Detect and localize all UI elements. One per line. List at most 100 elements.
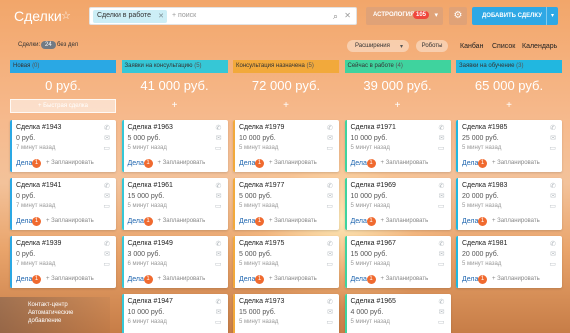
gear-icon[interactable]: ⚙ xyxy=(449,7,467,25)
deal-card[interactable]: Сделка #1985 25 000 руб. 5 минут назад ✆ ✉ ▭ Д… xyxy=(456,120,562,172)
chevron-down-icon[interactable]: ▾ xyxy=(546,7,558,25)
view-calendar[interactable]: Календарь xyxy=(522,43,557,50)
mail-icon[interactable]: ✉ xyxy=(327,134,333,142)
phone-icon[interactable]: ✆ xyxy=(439,124,445,132)
deal-card[interactable]: Сделка #1961 15 000 руб. 5 минут назад ✆ ✉ ▭ Д… xyxy=(121,178,228,230)
chat-icon[interactable]: ▭ xyxy=(103,260,110,268)
schedule-link[interactable]: + Запланировать xyxy=(46,276,94,282)
chat-icon[interactable]: ▭ xyxy=(326,318,333,326)
tasks-link[interactable]: Дела xyxy=(128,160,144,167)
tasks-link[interactable]: Дела xyxy=(239,160,255,167)
deal-card[interactable]: Сделка #1941 0 руб. 7 минут назад ✆ ✉ ▭ Дела 1 +… xyxy=(10,178,116,230)
schedule-link[interactable]: + Запланировать xyxy=(269,160,317,166)
phone-icon[interactable]: ✆ xyxy=(439,182,445,190)
tasks-link[interactable]: Дела xyxy=(16,218,32,225)
mail-icon[interactable]: ✉ xyxy=(104,250,110,258)
deal-card[interactable]: Сделка #1979 10 000 руб. 5 минут назад ✆ ✉ ▭ Д… xyxy=(233,120,339,172)
view-list[interactable]: Список xyxy=(492,43,515,50)
deal-card[interactable]: Сделка #1981 20 000 руб. 5 минут назад ✆ ✉ ▭ Д… xyxy=(456,236,562,288)
phone-icon[interactable]: ✆ xyxy=(439,240,445,248)
mail-icon[interactable]: ✉ xyxy=(550,192,556,200)
add-icon[interactable]: + xyxy=(456,100,562,111)
tasks-link[interactable]: Дела xyxy=(16,160,32,167)
column-header[interactable]: Сейчас в работе (4) xyxy=(344,60,451,73)
tasks-link[interactable]: Дела xyxy=(462,218,478,225)
chat-icon[interactable]: ▭ xyxy=(326,202,333,210)
chat-icon[interactable]: ▭ xyxy=(549,260,556,268)
mail-icon[interactable]: ✉ xyxy=(550,250,556,258)
schedule-link[interactable]: + Запланировать xyxy=(269,218,317,224)
chat-icon[interactable]: ▭ xyxy=(549,144,556,152)
phone-icon[interactable]: ✆ xyxy=(104,182,110,190)
deal-title[interactable]: Сделка #1975 xyxy=(239,240,284,247)
column-header[interactable]: Новая (0) xyxy=(10,60,116,73)
chat-icon[interactable]: ▭ xyxy=(326,144,333,152)
mail-icon[interactable]: ✉ xyxy=(216,134,222,142)
mail-icon[interactable]: ✉ xyxy=(104,192,110,200)
quick-deal-button[interactable]: + Быстрая сделка xyxy=(10,99,116,113)
deal-title[interactable]: Сделка #1985 xyxy=(462,124,507,131)
mail-icon[interactable]: ✉ xyxy=(439,250,445,258)
schedule-link[interactable]: + Запланировать xyxy=(381,160,429,166)
schedule-link[interactable]: + Запланировать xyxy=(158,276,206,282)
schedule-link[interactable]: + Запланировать xyxy=(381,218,429,224)
deal-card[interactable]: Сделка #1939 0 руб. 7 минут назад ✆ ✉ ▭ Дела 1 +… xyxy=(10,236,116,288)
deal-card[interactable]: Сделка #1975 5 000 руб. 5 минут назад ✆ ✉ ▭ Де… xyxy=(233,236,339,288)
tasks-link[interactable]: Дела xyxy=(128,218,144,225)
mail-icon[interactable]: ✉ xyxy=(327,192,333,200)
star-icon[interactable]: ☆ xyxy=(61,9,71,22)
deal-title[interactable]: Сделка #1969 xyxy=(351,182,396,189)
chat-widget[interactable]: Контакт-центр Автоматические добавление xyxy=(0,297,110,333)
deal-title[interactable]: Сделка #1941 xyxy=(16,182,61,189)
deal-title[interactable]: Сделка #1949 xyxy=(128,240,173,247)
deal-title[interactable]: Сделка #1983 xyxy=(462,182,507,189)
column-header[interactable]: Заявки на обучение (3) xyxy=(456,60,562,73)
mail-icon[interactable]: ✉ xyxy=(439,134,445,142)
tasks-link[interactable]: Дела xyxy=(462,276,478,283)
phone-icon[interactable]: ✆ xyxy=(216,298,222,306)
deal-title[interactable]: Сделка #1979 xyxy=(239,124,284,131)
mail-icon[interactable]: ✉ xyxy=(104,134,110,142)
phone-icon[interactable]: ✆ xyxy=(216,124,222,132)
deal-title[interactable]: Сделка #1971 xyxy=(351,124,396,131)
deal-card[interactable]: Сделка #19654 000 руб.5 минут назад✆✉▭Де… xyxy=(344,294,451,333)
add-deal-button[interactable]: ДОБАВИТЬ СДЕЛКУ ▾ xyxy=(472,7,558,25)
tasks-link[interactable]: Дела xyxy=(351,160,367,167)
chat-icon[interactable]: ▭ xyxy=(438,202,445,210)
tasks-link[interactable]: Дела xyxy=(239,218,255,225)
schedule-link[interactable]: + Запланировать xyxy=(269,276,317,282)
add-icon[interactable]: + xyxy=(233,100,339,111)
robots-button[interactable]: Роботы xyxy=(416,40,448,52)
phone-icon[interactable]: ✆ xyxy=(327,298,333,306)
search-box[interactable]: Сделки в работе ✕ + поиск ⌕ ✕ xyxy=(89,7,357,25)
clear-icon[interactable]: ✕ xyxy=(344,11,351,20)
phone-icon[interactable]: ✆ xyxy=(216,182,222,190)
chat-icon[interactable]: ▭ xyxy=(549,202,556,210)
chat-icon[interactable]: ▭ xyxy=(438,260,445,268)
deal-card[interactable]: Сделка #1983 20 000 руб. 5 минут назад ✆ ✉ ▭ Д… xyxy=(456,178,562,230)
deal-card[interactable]: Сделка #1977 5 000 руб. 5 минут назад ✆ ✉ ▭ Де… xyxy=(233,178,339,230)
mail-icon[interactable]: ✉ xyxy=(216,308,222,316)
chat-icon[interactable]: ▭ xyxy=(438,318,445,326)
search-icon[interactable]: ⌕ xyxy=(333,11,338,22)
deal-title[interactable]: Сделка #1943 xyxy=(16,124,61,131)
deal-title[interactable]: Сделка #1977 xyxy=(239,182,284,189)
deal-card[interactable]: Сделка #1967 15 000 руб. 5 минут назад ✆ ✉ ▭ Д… xyxy=(344,236,451,288)
phone-icon[interactable]: ✆ xyxy=(104,240,110,248)
deal-title[interactable]: Сделка #1963 xyxy=(128,124,173,131)
mail-icon[interactable]: ✉ xyxy=(550,134,556,142)
mail-icon[interactable]: ✉ xyxy=(216,192,222,200)
schedule-link[interactable]: + Запланировать xyxy=(158,160,206,166)
chat-icon[interactable]: ▭ xyxy=(215,202,222,210)
schedule-link[interactable]: + Запланировать xyxy=(46,218,94,224)
deal-card[interactable]: Сделка #197315 000 руб.5 минут назад✆✉▭Д… xyxy=(233,294,339,333)
deal-title[interactable]: Сделка #1939 xyxy=(16,240,61,247)
phone-icon[interactable]: ✆ xyxy=(550,124,556,132)
phone-icon[interactable]: ✆ xyxy=(327,182,333,190)
deal-card[interactable]: Сделка #1971 10 000 руб. 5 минут назад ✆ ✉ ▭ Д… xyxy=(344,120,451,172)
deal-card[interactable]: Сделка #194710 000 руб.6 минут назад✆✉▭Д… xyxy=(121,294,228,333)
chat-icon[interactable]: ▭ xyxy=(103,144,110,152)
add-icon[interactable]: + xyxy=(345,100,451,111)
deal-title[interactable]: Сделка #1947 xyxy=(128,298,173,305)
deal-title[interactable]: Сделка #1967 xyxy=(351,240,396,247)
